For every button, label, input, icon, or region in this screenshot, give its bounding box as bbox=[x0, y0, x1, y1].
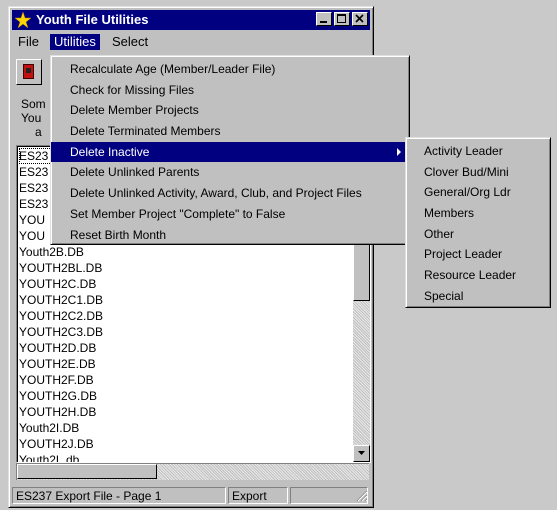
horizontal-scrollbar[interactable] bbox=[16, 463, 369, 480]
horizontal-scroll-thumb[interactable] bbox=[17, 464, 157, 479]
list-item[interactable]: YOUTH2C3.DB bbox=[19, 324, 370, 340]
close-icon bbox=[355, 14, 364, 23]
red-disk-icon bbox=[23, 64, 34, 79]
menu-file[interactable]: File bbox=[14, 34, 43, 50]
menu-item-set-project-complete-false[interactable]: Set Member Project "Complete" to False bbox=[54, 204, 406, 225]
submenu-item-members[interactable]: Members bbox=[409, 203, 547, 224]
maximize-button[interactable] bbox=[334, 12, 350, 26]
menu-item-check-missing-files[interactable]: Check for Missing Files bbox=[54, 80, 406, 101]
menu-item-label: Delete Unlinked Parents bbox=[70, 165, 200, 180]
list-item[interactable]: YOUTH2BL.DB bbox=[19, 260, 370, 276]
title-bar[interactable]: Youth File Utilities bbox=[12, 10, 370, 30]
app-icon bbox=[15, 12, 31, 28]
menu-item-recalculate-age[interactable]: Recalculate Age (Member/Leader File) bbox=[54, 59, 406, 80]
menu-item-reset-birth-month[interactable]: Reset Birth Month bbox=[54, 225, 406, 246]
menu-item-delete-unlinked-parents[interactable]: Delete Unlinked Parents bbox=[54, 162, 406, 183]
list-item[interactable]: Youth2I.DB bbox=[19, 420, 370, 436]
submenu-item-activity-leader[interactable]: Activity Leader bbox=[409, 141, 547, 162]
menu-item-label: Check for Missing Files bbox=[70, 82, 195, 97]
minimize-button[interactable] bbox=[316, 12, 332, 26]
menu-item-delete-unlinked-files[interactable]: Delete Unlinked Activity, Award, Club, a… bbox=[54, 183, 406, 204]
list-item[interactable]: YOUTH2H.DB bbox=[19, 404, 370, 420]
delete-inactive-submenu: Activity Leader Clover Bud/Mini General/… bbox=[405, 137, 551, 308]
submenu-item-project-leader[interactable]: Project Leader bbox=[409, 244, 547, 265]
list-item[interactable]: YOUTH2F.DB bbox=[19, 372, 370, 388]
menu-item-label: Delete Member Projects bbox=[70, 103, 199, 118]
list-item[interactable]: YOUTH2E.DB bbox=[19, 356, 370, 372]
window-title: Youth File Utilities bbox=[36, 12, 149, 27]
submenu-arrow-icon bbox=[397, 147, 401, 156]
menu-item-label: Delete Unlinked Activity, Award, Club, a… bbox=[70, 186, 362, 201]
menu-item-label: Delete Terminated Members bbox=[70, 124, 221, 139]
list-item[interactable]: YOUTH2J.DB bbox=[19, 436, 370, 452]
menu-item-label: Reset Birth Month bbox=[70, 227, 167, 242]
list-item[interactable]: YOUTH2C1.DB bbox=[19, 292, 370, 308]
menu-bar: File Utilities Select bbox=[12, 32, 370, 52]
list-item[interactable]: Youth2L.db bbox=[19, 452, 370, 462]
utilities-dropdown-menu: Recalculate Age (Member/Leader File) Che… bbox=[50, 55, 410, 245]
status-bar: ES237 Export File - Page 1 Export bbox=[12, 487, 370, 504]
submenu-item-other[interactable]: Other bbox=[409, 224, 547, 245]
resize-grip-icon[interactable] bbox=[356, 490, 368, 502]
submenu-item-special[interactable]: Special bbox=[409, 286, 547, 307]
save-toolbar-button[interactable] bbox=[16, 59, 42, 85]
menu-utilities[interactable]: Utilities bbox=[50, 34, 100, 50]
menu-item-delete-inactive[interactable]: Delete Inactive bbox=[51, 141, 409, 163]
maximize-icon bbox=[337, 14, 346, 23]
list-item[interactable]: YOUTH2G.DB bbox=[19, 388, 370, 404]
status-page: ES237 Export File - Page 1 bbox=[12, 487, 226, 504]
list-item[interactable]: YOUTH2C2.DB bbox=[19, 308, 370, 324]
minimize-icon bbox=[320, 21, 327, 23]
list-item[interactable]: YOUTH2D.DB bbox=[19, 340, 370, 356]
close-button[interactable] bbox=[352, 12, 368, 26]
submenu-item-clover-bud-mini[interactable]: Clover Bud/Mini bbox=[409, 162, 547, 183]
menu-item-label: Delete Inactive bbox=[70, 144, 150, 159]
menu-item-label: Set Member Project "Complete" to False bbox=[70, 206, 286, 221]
scroll-down-button[interactable] bbox=[353, 445, 370, 462]
menu-item-delete-terminated-members[interactable]: Delete Terminated Members bbox=[54, 121, 406, 142]
submenu-item-general-org-ldr[interactable]: General/Org Ldr bbox=[409, 182, 547, 203]
chevron-down-icon bbox=[358, 451, 365, 455]
menu-item-label: Recalculate Age (Member/Leader File) bbox=[70, 62, 276, 76]
status-mode: Export bbox=[228, 487, 288, 504]
menu-item-delete-member-projects[interactable]: Delete Member Projects bbox=[54, 100, 406, 121]
list-item[interactable]: YOUTH2C.DB bbox=[19, 276, 370, 292]
menu-select[interactable]: Select bbox=[108, 34, 152, 50]
submenu-item-resource-leader[interactable]: Resource Leader bbox=[409, 265, 547, 286]
